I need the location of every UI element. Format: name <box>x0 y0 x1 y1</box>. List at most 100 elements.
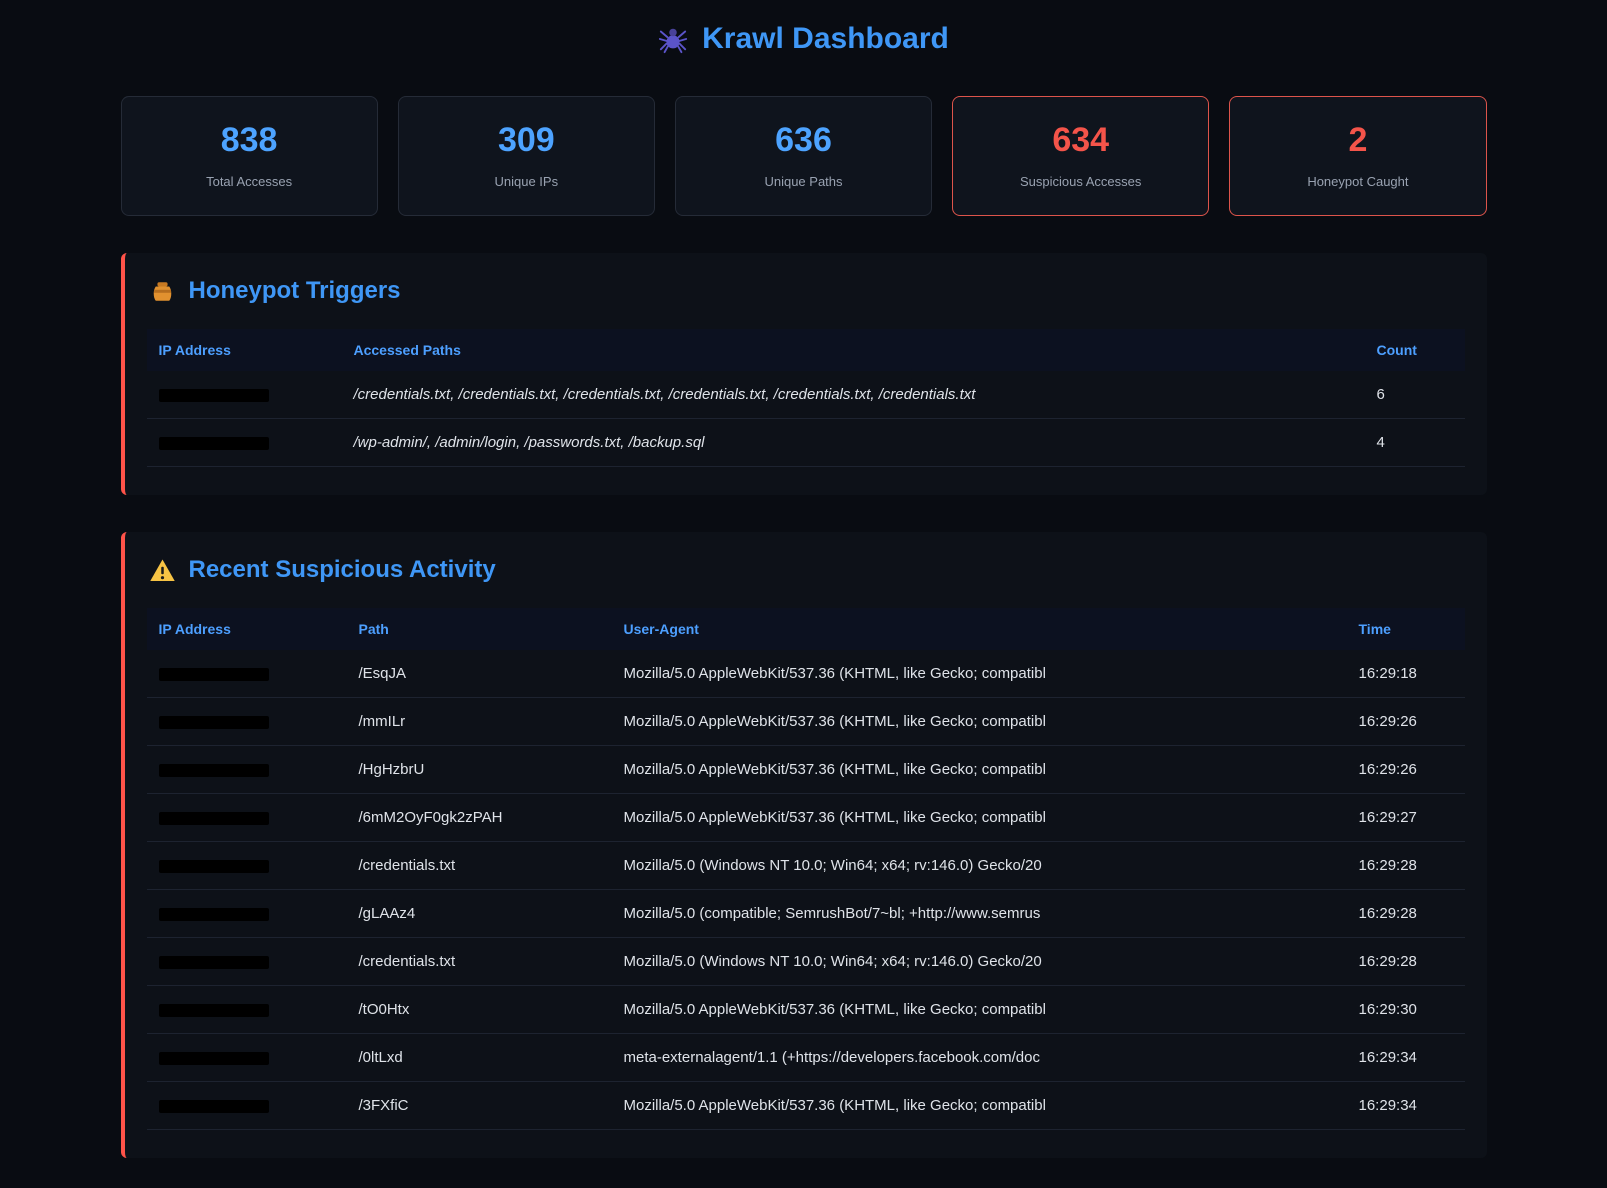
time-cell: 16:29:18 <box>1347 650 1465 698</box>
count-cell: 4 <box>1365 419 1465 467</box>
suspicious-table: IP Address Path User-Agent Time /EsqJA M… <box>147 608 1465 1130</box>
ip-cell <box>147 986 347 1034</box>
suspicious-table-body: /EsqJA Mozilla/5.0 AppleWebKit/537.36 (K… <box>147 650 1465 1130</box>
stat-value: 309 <box>407 123 646 157</box>
suspicious-row: /3FXfiC Mozilla/5.0 AppleWebKit/537.36 (… <box>147 1082 1465 1130</box>
column-header-user-agent: User-Agent <box>612 608 1347 650</box>
stat-label: Total Accesses <box>130 174 369 189</box>
ip-cell <box>147 890 347 938</box>
page-title-text: Krawl Dashboard <box>702 22 949 56</box>
ip-cell <box>147 371 342 419</box>
path-cell: /3FXfiC <box>347 1082 612 1130</box>
stat-value: 634 <box>961 123 1200 157</box>
column-header-ip: IP Address <box>147 608 347 650</box>
time-cell: 16:29:30 <box>1347 986 1465 1034</box>
redacted-ip-bar <box>159 860 269 873</box>
ip-cell <box>147 1082 347 1130</box>
user-agent-cell: Mozilla/5.0 AppleWebKit/537.36 (KHTML, l… <box>612 794 1347 842</box>
column-header-time: Time <box>1347 608 1465 650</box>
user-agent-cell: Mozilla/5.0 AppleWebKit/537.36 (KHTML, l… <box>612 698 1347 746</box>
time-cell: 16:29:26 <box>1347 698 1465 746</box>
suspicious-activity-panel: Recent Suspicious Activity IP Address Pa… <box>121 532 1487 1158</box>
suspicious-panel-title: Recent Suspicious Activity <box>149 556 1465 584</box>
suspicious-row: /EsqJA Mozilla/5.0 AppleWebKit/537.36 (K… <box>147 650 1465 698</box>
suspicious-row: /0ltLxd meta-externalagent/1.1 (+https:/… <box>147 1034 1465 1082</box>
suspicious-row: /credentials.txt Mozilla/5.0 (Windows NT… <box>147 842 1465 890</box>
time-cell: 16:29:27 <box>1347 794 1465 842</box>
suspicious-row: /6mM2OyF0gk2zPAH Mozilla/5.0 AppleWebKit… <box>147 794 1465 842</box>
redacted-ip-bar <box>159 764 269 777</box>
honeypot-panel-title: Honeypot Triggers <box>149 277 1465 305</box>
ip-cell <box>147 842 347 890</box>
path-cell: /HgHzbrU <box>347 746 612 794</box>
path-cell: /credentials.txt <box>347 938 612 986</box>
user-agent-cell: Mozilla/5.0 (compatible; SemrushBot/7~bl… <box>612 890 1347 938</box>
honeypot-table-body: /credentials.txt, /credentials.txt, /cre… <box>147 371 1465 467</box>
suspicious-row: /gLAAz4 Mozilla/5.0 (compatible; Semrush… <box>147 890 1465 938</box>
path-cell: /credentials.txt <box>347 842 612 890</box>
ip-cell <box>147 938 347 986</box>
stat-card-total-accesses: 838 Total Accesses <box>121 96 378 216</box>
stat-value: 636 <box>684 123 923 157</box>
time-cell: 16:29:34 <box>1347 1034 1465 1082</box>
stat-label: Honeypot Caught <box>1238 174 1477 189</box>
ip-cell <box>147 650 347 698</box>
stat-card-honeypot-caught: 2 Honeypot Caught <box>1229 96 1486 216</box>
user-agent-cell: Mozilla/5.0 AppleWebKit/537.36 (KHTML, l… <box>612 986 1347 1034</box>
suspicious-table-header: IP Address Path User-Agent Time <box>147 608 1465 650</box>
honeypot-row: /wp-admin/, /admin/login, /passwords.txt… <box>147 419 1465 467</box>
suspicious-row: /tO0Htx Mozilla/5.0 AppleWebKit/537.36 (… <box>147 986 1465 1034</box>
honeypot-row: /credentials.txt, /credentials.txt, /cre… <box>147 371 1465 419</box>
stat-card-suspicious-accesses: 634 Suspicious Accesses <box>952 96 1209 216</box>
path-cell: /0ltLxd <box>347 1034 612 1082</box>
stat-value: 838 <box>130 123 369 157</box>
user-agent-cell: Mozilla/5.0 (Windows NT 10.0; Win64; x64… <box>612 842 1347 890</box>
time-cell: 16:29:26 <box>1347 746 1465 794</box>
redacted-ip-bar <box>159 668 269 681</box>
suspicious-row: /HgHzbrU Mozilla/5.0 AppleWebKit/537.36 … <box>147 746 1465 794</box>
honeypot-panel-title-text: Honeypot Triggers <box>189 277 401 305</box>
column-header-accessed-paths: Accessed Paths <box>342 329 1365 371</box>
redacted-ip-bar <box>159 437 269 450</box>
dashboard-container: Krawl Dashboard 838 Total Accesses 309 U… <box>121 0 1487 1188</box>
user-agent-cell: Mozilla/5.0 AppleWebKit/537.36 (KHTML, l… <box>612 746 1347 794</box>
time-cell: 16:29:28 <box>1347 938 1465 986</box>
path-cell: /6mM2OyF0gk2zPAH <box>347 794 612 842</box>
path-cell: /gLAAz4 <box>347 890 612 938</box>
honeypot-triggers-panel: Honeypot Triggers IP Address Accessed Pa… <box>121 253 1487 495</box>
path-cell: /mmILr <box>347 698 612 746</box>
column-header-count: Count <box>1365 329 1465 371</box>
user-agent-cell: Mozilla/5.0 (Windows NT 10.0; Win64; x64… <box>612 938 1347 986</box>
redacted-ip-bar <box>159 956 269 969</box>
header-row: IP Address Accessed Paths Count <box>147 329 1465 371</box>
user-agent-cell: meta-externalagent/1.1 (+https://develop… <box>612 1034 1347 1082</box>
column-header-path: Path <box>347 608 612 650</box>
honeypot-table-header: IP Address Accessed Paths Count <box>147 329 1465 371</box>
page-title: Krawl Dashboard <box>121 22 1487 56</box>
user-agent-cell: Mozilla/5.0 AppleWebKit/537.36 (KHTML, l… <box>612 650 1347 698</box>
stat-card-unique-ips: 309 Unique IPs <box>398 96 655 216</box>
time-cell: 16:29:28 <box>1347 842 1465 890</box>
ip-cell <box>147 746 347 794</box>
count-cell: 6 <box>1365 371 1465 419</box>
honeypot-table: IP Address Accessed Paths Count /credent… <box>147 329 1465 467</box>
suspicious-row: /credentials.txt Mozilla/5.0 (Windows NT… <box>147 938 1465 986</box>
redacted-ip-bar <box>159 1052 269 1065</box>
suspicious-row: /mmILr Mozilla/5.0 AppleWebKit/537.36 (K… <box>147 698 1465 746</box>
user-agent-cell: Mozilla/5.0 AppleWebKit/537.36 (KHTML, l… <box>612 1082 1347 1130</box>
stat-label: Unique IPs <box>407 174 646 189</box>
accessed-paths-cell: /wp-admin/, /admin/login, /passwords.txt… <box>342 419 1365 467</box>
column-header-ip: IP Address <box>147 329 342 371</box>
stat-value: 2 <box>1238 123 1477 157</box>
stat-label: Suspicious Accesses <box>961 174 1200 189</box>
ip-cell <box>147 419 342 467</box>
redacted-ip-bar <box>159 1004 269 1017</box>
accessed-paths-cell: /credentials.txt, /credentials.txt, /cre… <box>342 371 1365 419</box>
stat-cards-row: 838 Total Accesses 309 Unique IPs 636 Un… <box>121 96 1487 216</box>
honeypot-icon <box>149 278 176 305</box>
redacted-ip-bar <box>159 716 269 729</box>
warning-icon <box>149 557 176 584</box>
stat-card-unique-paths: 636 Unique Paths <box>675 96 932 216</box>
stat-label: Unique Paths <box>684 174 923 189</box>
redacted-ip-bar <box>159 812 269 825</box>
